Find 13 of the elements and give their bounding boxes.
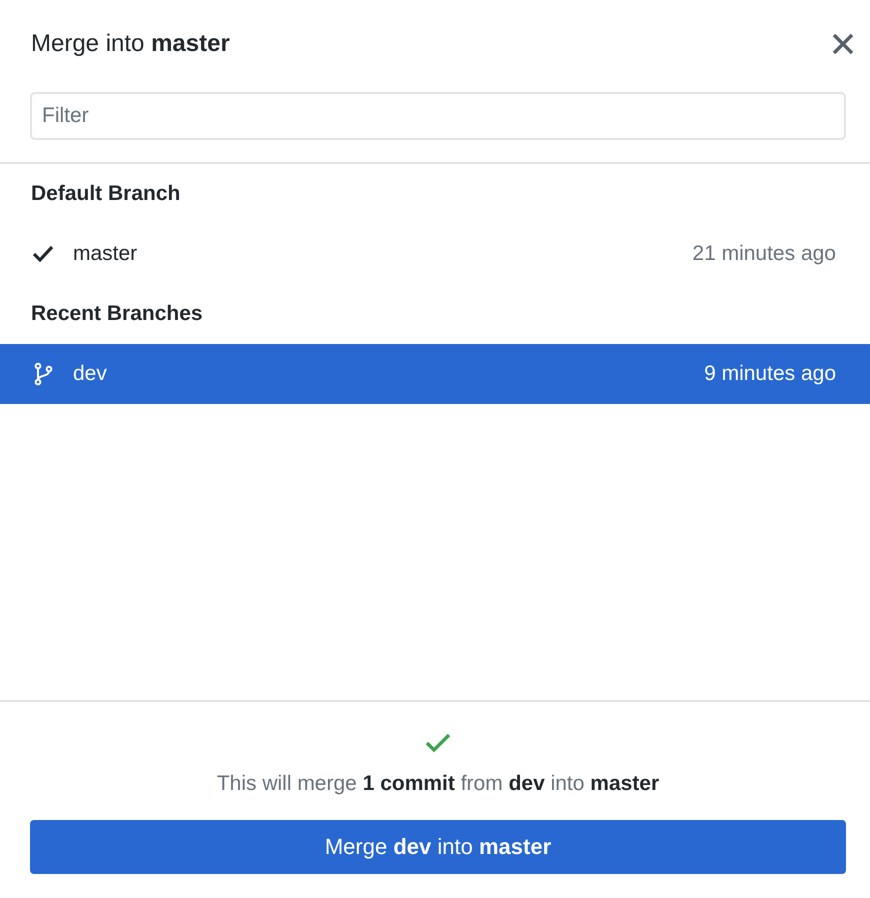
branch-item[interactable]: dev 9 minutes ago: [0, 344, 870, 404]
branch-time: 9 minutes ago: [704, 362, 836, 386]
branch-item[interactable]: master 21 minutes ago: [0, 224, 870, 284]
branch-time: 21 minutes ago: [692, 242, 836, 266]
merge-button[interactable]: Merge dev into master: [30, 820, 846, 874]
close-icon: [832, 33, 854, 55]
group-header: Default Branch: [30, 181, 182, 207]
branch-name: dev: [73, 362, 108, 386]
group-header: Recent Branches: [30, 301, 204, 327]
branch-name: master: [73, 242, 138, 266]
dialog-title: Merge into master: [31, 30, 230, 58]
merge-summary: This will merge 1 commit from dev into master: [216, 772, 660, 796]
filter-field[interactable]: Filter: [30, 92, 846, 140]
